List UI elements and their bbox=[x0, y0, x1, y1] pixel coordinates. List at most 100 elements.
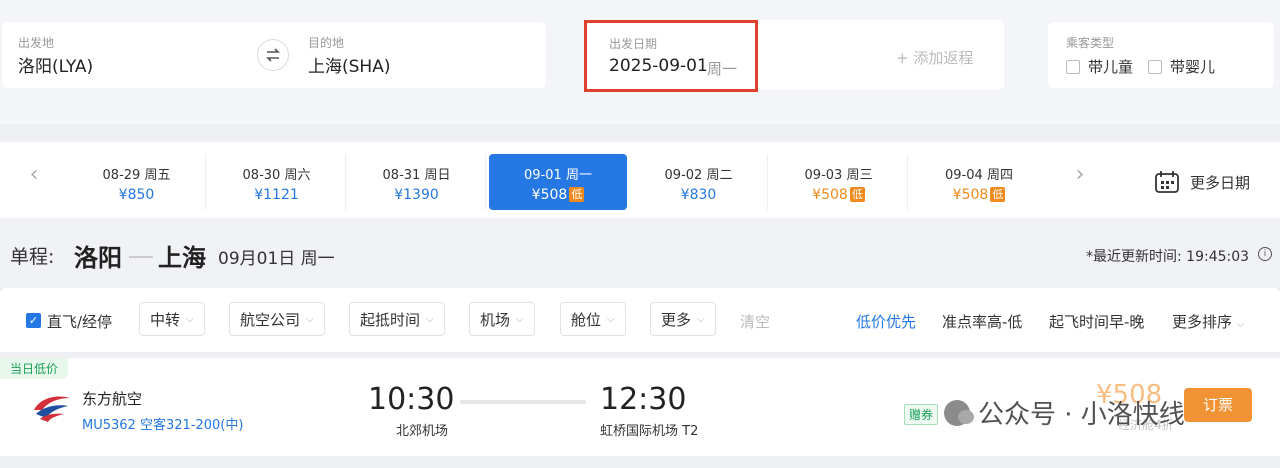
day-low-price-tag: 当日低价 bbox=[0, 358, 69, 379]
time-filter-label: 起抵时间 bbox=[360, 310, 421, 329]
more-filter[interactable]: 更多 ⌵ bbox=[650, 302, 716, 336]
from-city-input[interactable]: 洛阳(LYA) bbox=[18, 52, 93, 77]
date-cell-price-value: ¥508 bbox=[812, 187, 848, 203]
date-cell-price: ¥1390 bbox=[394, 187, 439, 203]
next-dates-button[interactable]: › bbox=[1068, 162, 1092, 187]
departure-airport: 北郊机场 bbox=[396, 424, 449, 439]
date-cell-price: ¥508 低 bbox=[489, 187, 627, 203]
from-label: 出发地 bbox=[18, 36, 55, 50]
airline-name: 东方航空 bbox=[82, 390, 143, 408]
with-child-checkbox[interactable] bbox=[1066, 60, 1080, 74]
arrival-time: 12:30 bbox=[600, 382, 687, 417]
swap-icon bbox=[266, 48, 280, 62]
date-cell-0830[interactable]: 08-30 周六 ¥1121 bbox=[208, 154, 346, 210]
with-infant-checkbox[interactable] bbox=[1148, 60, 1162, 74]
date-cell-0901[interactable]: 09-01 周一 ¥508 低 bbox=[489, 154, 627, 210]
passenger-type-card: 乘客类型 带儿童 带婴儿 bbox=[1048, 22, 1274, 88]
date-cell-price: ¥508 低 bbox=[910, 187, 1048, 203]
date-card: 出发日期 2025-09-01 周一 + 添加返程 bbox=[584, 20, 1004, 92]
sort-more[interactable]: 更多排序 ⌵ bbox=[1172, 311, 1244, 332]
transfer-filter-label: 中转 bbox=[150, 310, 181, 329]
sort-low-price[interactable]: 低价优先 bbox=[856, 311, 916, 332]
date-cell-price: ¥830 bbox=[680, 187, 717, 203]
date-cell-label: 08-30 周六 bbox=[242, 168, 311, 183]
swap-cities-button[interactable] bbox=[257, 39, 289, 71]
origin-city: 洛阳 bbox=[74, 244, 122, 272]
cabin-filter[interactable]: 舱位 ⌵ bbox=[560, 302, 626, 336]
date-cell-0904[interactable]: 09-04 周四 ¥508 低 bbox=[910, 154, 1048, 210]
last-update-time: *最近更新时间: 19:45:03 bbox=[1086, 249, 1250, 265]
more-filter-label: 更多 bbox=[661, 310, 692, 329]
search-strip: 出发地 洛阳(LYA) 目的地 上海(SHA) 出发日期 2025-09-01 … bbox=[0, 0, 1280, 124]
route-card: 出发地 洛阳(LYA) 目的地 上海(SHA) bbox=[2, 22, 546, 88]
date-cell-0903[interactable]: 09-03 周三 ¥508 低 bbox=[770, 154, 908, 210]
to-city-input[interactable]: 上海(SHA) bbox=[308, 52, 390, 77]
airport-filter-label: 机场 bbox=[480, 310, 511, 329]
flight-row[interactable]: 当日低价 东方航空 MU5362 空客321-200(中) 10:30 北郊机场… bbox=[0, 358, 1280, 456]
chevron-down-icon: ⌵ bbox=[516, 313, 524, 325]
with-child-label[interactable]: 带儿童 bbox=[1088, 56, 1133, 77]
destination-city: 上海 bbox=[158, 244, 206, 272]
chevron-down-icon: ⌵ bbox=[697, 313, 705, 325]
route-arrow-icon bbox=[129, 256, 153, 258]
airport-filter[interactable]: 机场 ⌵ bbox=[469, 302, 535, 336]
watermark: 公众号 · 小洛快线 bbox=[944, 394, 1185, 431]
low-price-badge: 低 bbox=[990, 187, 1006, 202]
calendar-icon bbox=[1155, 171, 1179, 193]
sort-more-label: 更多排序 bbox=[1172, 313, 1233, 331]
flight-number[interactable]: MU5362 空客321-200(中) bbox=[82, 414, 243, 433]
date-strip: ‹ 08-29 周五 ¥850 08-30 周六 ¥1121 08-31 周日 … bbox=[0, 142, 1280, 218]
prev-dates-button[interactable]: ‹ bbox=[22, 162, 46, 187]
departure-date-value: 2025-09-01 bbox=[609, 56, 708, 76]
date-cell-0831[interactable]: 08-31 周日 ¥1390 bbox=[348, 154, 486, 210]
date-label: 出发日期 bbox=[609, 37, 658, 51]
chevron-down-icon: ⌵ bbox=[186, 313, 194, 325]
low-price-badge: 低 bbox=[849, 187, 865, 202]
airline-filter[interactable]: 航空公司 ⌵ bbox=[229, 302, 325, 336]
date-cell-label: 09-02 周二 bbox=[664, 168, 733, 183]
time-filter[interactable]: 起抵时间 ⌵ bbox=[349, 302, 445, 336]
date-cell-label: 09-01 周一 bbox=[524, 168, 592, 183]
date-cell-price-value: ¥508 bbox=[952, 187, 989, 203]
arrival-airport: 虹桥国际机场 T2 bbox=[600, 424, 699, 439]
chevron-down-icon: ⌵ bbox=[607, 313, 615, 325]
chevron-down-icon: ⌵ bbox=[306, 313, 314, 325]
airline-filter-label: 航空公司 bbox=[240, 310, 301, 329]
promo-tag: 赠券 bbox=[904, 404, 939, 425]
with-infant-label[interactable]: 带婴儿 bbox=[1170, 56, 1215, 77]
clear-filters-button[interactable]: 清空 bbox=[740, 311, 770, 332]
wechat-icon bbox=[944, 399, 974, 426]
low-price-badge: 低 bbox=[569, 187, 585, 202]
departure-time: 10:30 bbox=[368, 382, 455, 417]
trip-type-label: 单程: bbox=[10, 246, 55, 268]
direct-flight-checkbox[interactable]: ✓ bbox=[26, 313, 41, 328]
date-cell-label: 09-03 周三 bbox=[804, 168, 873, 183]
date-cell-label: 08-29 周五 bbox=[102, 168, 171, 183]
transfer-filter[interactable]: 中转 ⌵ bbox=[139, 302, 205, 336]
date-cell-price: ¥1121 bbox=[254, 187, 299, 203]
direct-flight-label[interactable]: 直飞/经停 bbox=[47, 311, 112, 332]
itinerary-header: 单程: 洛阳 上海 09月01日 周一 *最近更新时间: 19:45:03 i bbox=[0, 218, 1280, 288]
cabin-filter-label: 舱位 bbox=[571, 310, 602, 329]
sort-punctuality[interactable]: 准点率高-低 bbox=[942, 311, 1022, 332]
flight-duration-line bbox=[460, 400, 586, 404]
add-return-button[interactable]: + 添加返程 bbox=[896, 47, 973, 68]
date-cell-label: 09-04 周四 bbox=[945, 168, 1013, 183]
chevron-down-icon: ⌵ bbox=[1236, 319, 1245, 330]
date-cell-price: ¥508 低 bbox=[770, 187, 907, 203]
more-dates-button[interactable]: 更多日期 bbox=[1154, 170, 1250, 194]
departure-weekday: 周一 bbox=[707, 60, 738, 78]
book-button[interactable]: 订票 bbox=[1184, 388, 1252, 422]
more-dates-label: 更多日期 bbox=[1190, 173, 1251, 192]
info-icon[interactable]: i bbox=[1258, 247, 1272, 261]
watermark-text: 公众号 · 小洛快线 bbox=[978, 400, 1185, 430]
to-label: 目的地 bbox=[308, 36, 345, 50]
date-cell-0902[interactable]: 09-02 周二 ¥830 bbox=[630, 154, 768, 210]
filter-bar: ✓ 直飞/经停 中转 ⌵ 航空公司 ⌵ 起抵时间 ⌵ 机场 ⌵ 舱位 ⌵ 更多 ⌵ 清空 低… bbox=[0, 288, 1280, 352]
sort-departure-time[interactable]: 起飞时间早-晚 bbox=[1049, 311, 1144, 332]
chevron-down-icon: ⌵ bbox=[426, 313, 434, 325]
departure-date-field[interactable]: 出发日期 2025-09-01 周一 bbox=[584, 20, 758, 92]
date-cell-0829[interactable]: 08-29 周五 ¥850 bbox=[68, 154, 206, 210]
trip-date: 09月01日 周一 bbox=[218, 249, 335, 269]
passenger-type-label: 乘客类型 bbox=[1066, 36, 1115, 50]
